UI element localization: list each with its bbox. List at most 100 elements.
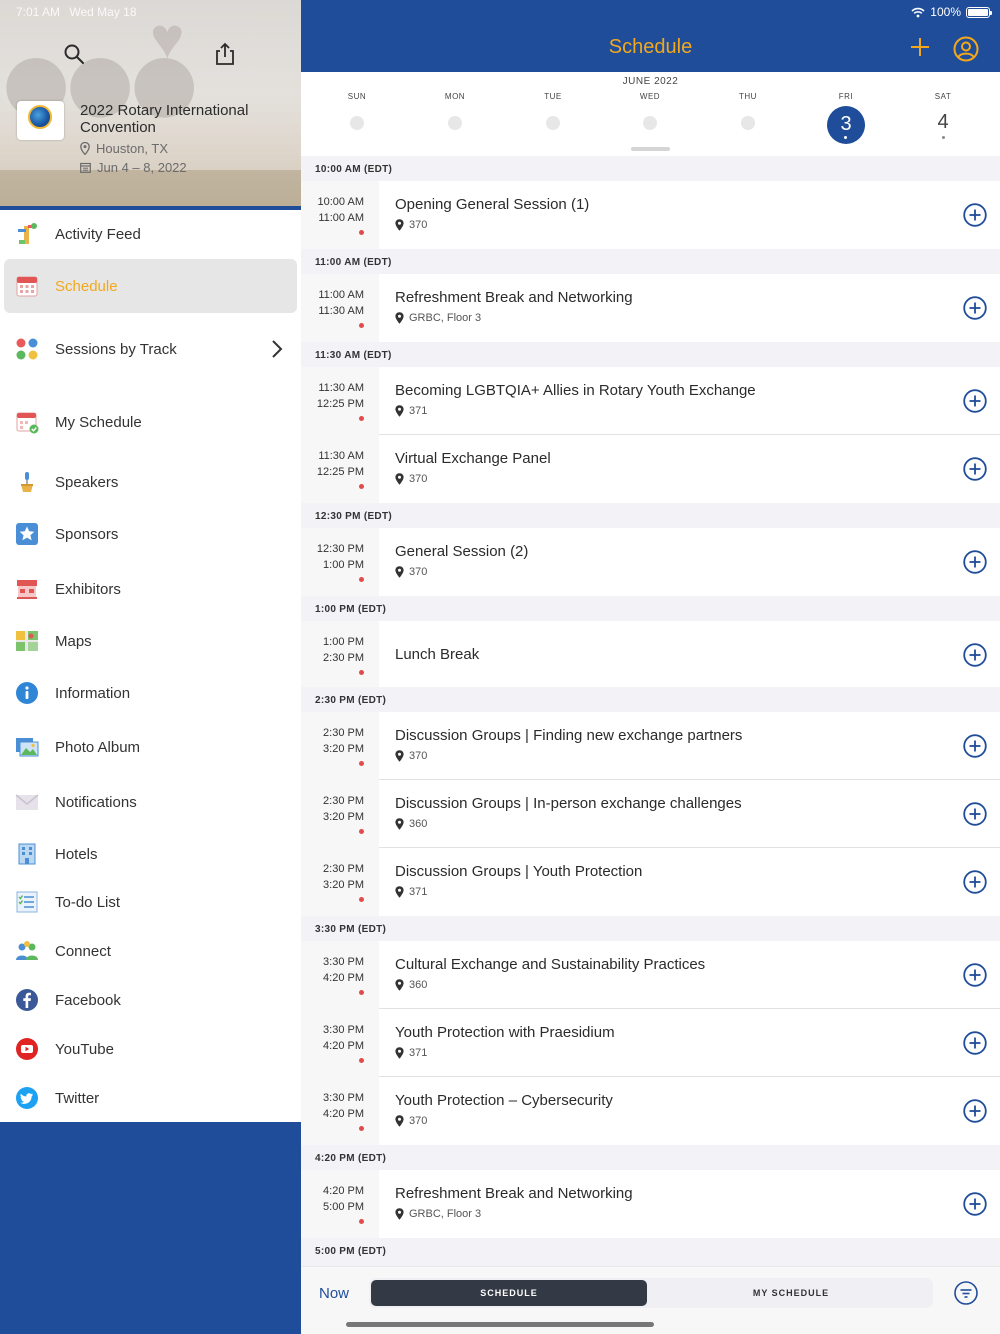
session-location-text: 370 [409, 750, 428, 762]
day-fri-selected[interactable]: FRI 3 [816, 92, 876, 144]
section-header-label: 1:00 PM (EDT) [315, 604, 387, 615]
sidebar-item-schedule[interactable]: Schedule [4, 259, 297, 313]
sidebar-item-label: Facebook [55, 991, 121, 1009]
sidebar-item-connect[interactable]: Connect [4, 927, 297, 975]
hero-ground [0, 170, 301, 206]
status-indicators: 100% [911, 4, 992, 20]
session-start-time: 2:30 PM [323, 863, 364, 875]
sidebar-item-label: Hotels [55, 845, 98, 863]
session-title: Discussion Groups | Finding new exchange… [395, 727, 743, 744]
sidebar-item-sponsors[interactable]: Sponsors [4, 510, 297, 558]
add-to-schedule-icon[interactable] [963, 870, 987, 894]
session-row[interactable]: 4:20 PM 5:00 PM Refreshment Break and Netw… [301, 1170, 1000, 1238]
session-title: Youth Protection with Praesidium [395, 1024, 615, 1041]
share-icon[interactable] [214, 42, 236, 66]
exhibitor-icon [17, 580, 37, 599]
profile-icon[interactable] [953, 36, 979, 62]
filter-icon[interactable] [954, 1281, 978, 1305]
add-to-schedule-icon[interactable] [963, 1099, 987, 1123]
section-header: 1:00 PM (EDT) [301, 596, 1000, 621]
location-pin-icon [395, 818, 404, 830]
day-tue[interactable]: TUE [523, 92, 583, 130]
sidebar-item-facebook[interactable]: Facebook [4, 976, 297, 1024]
session-location: 371 [395, 1047, 427, 1059]
search-icon[interactable] [63, 43, 85, 65]
tab-my-schedule[interactable]: MY SCHEDULE [651, 1280, 931, 1306]
section-header-label: 4:20 PM (EDT) [315, 1153, 387, 1164]
session-row[interactable]: 2:30 PM 3:20 PM Discussion Groups | Youth … [301, 848, 1000, 916]
add-to-schedule-icon[interactable] [963, 389, 987, 413]
add-to-schedule-icon[interactable] [963, 963, 987, 987]
session-start-time: 11:30 AM [318, 382, 364, 394]
add-to-schedule-icon[interactable] [963, 296, 987, 320]
session-row[interactable]: 3:30 PM 4:20 PM Youth Protection with Prae… [301, 1009, 1000, 1077]
session-row[interactable]: 10:00 AM 11:00 AM Opening General Session … [301, 181, 1000, 249]
sidebar-item-information[interactable]: Information [4, 669, 297, 717]
session-row[interactable]: 11:00 AM 11:30 AM Refreshment Break and Ne… [301, 274, 1000, 342]
session-time-column: 4:20 PM 5:00 PM [301, 1170, 379, 1238]
add-to-schedule-icon[interactable] [963, 550, 987, 574]
sidebar-item-exhibitors[interactable]: Exhibitors [4, 565, 297, 613]
add-to-schedule-icon[interactable] [963, 802, 987, 826]
my-schedule-icon [16, 412, 39, 434]
add-to-schedule-icon[interactable] [963, 1192, 987, 1216]
session-row[interactable]: 12:30 PM 1:00 PM General Session (2) 370 [301, 528, 1000, 596]
day-empty-dot [350, 116, 364, 130]
sidebar-item-youtube[interactable]: YouTube [4, 1025, 297, 1073]
location-pin-icon [395, 312, 404, 324]
session-row[interactable]: 2:30 PM 3:20 PM Discussion Groups | In-per… [301, 780, 1000, 848]
session-row[interactable]: 3:30 PM 4:20 PM Youth Protection – Cyberse… [301, 1077, 1000, 1145]
add-to-schedule-icon[interactable] [963, 643, 987, 667]
sidebar-item-todo-list[interactable]: To-do List [4, 878, 297, 926]
sidebar-item-speakers[interactable]: Speakers [4, 458, 297, 506]
session-location-text: 371 [409, 405, 428, 417]
session-title: Virtual Exchange Panel [395, 450, 551, 467]
session-row[interactable]: 3:30 PM 4:20 PM Cultural Exchange and Sust… [301, 941, 1000, 1009]
session-start-time: 3:30 PM [323, 1024, 364, 1036]
sidebar-item-photo-album[interactable]: Photo Album [4, 723, 297, 771]
speaker-icon [21, 472, 33, 492]
day-thu[interactable]: THU [718, 92, 778, 130]
now-button[interactable]: Now [319, 1285, 349, 1302]
event-indicator-dot [844, 136, 847, 139]
session-location-text: 370 [409, 1115, 428, 1127]
youtube-icon [16, 1038, 38, 1060]
day-mon[interactable]: MON [425, 92, 485, 130]
drag-handle[interactable] [631, 147, 670, 151]
session-row[interactable]: 1:00 PM 2:30 PM Lunch Break [301, 621, 1000, 687]
heart-sculpture-icon: ♥ [150, 6, 185, 71]
sidebar-item-hotels[interactable]: Hotels [4, 830, 297, 878]
session-row[interactable]: 11:30 AM 12:25 PM Becoming LGBTQIA+ Allies… [301, 367, 1000, 435]
sidebar-item-maps[interactable]: Maps [4, 617, 297, 665]
day-sat[interactable]: SAT 4 [913, 92, 973, 139]
session-time-column: 12:30 PM 1:00 PM [301, 528, 379, 596]
session-status-dot [359, 1126, 364, 1131]
session-row[interactable]: 2:30 PM 3:20 PM Discussion Groups | Findin… [301, 712, 1000, 780]
add-icon[interactable] [909, 36, 931, 58]
session-time-column: 1:00 PM 2:30 PM [301, 621, 379, 687]
photo-icon [16, 738, 39, 757]
section-header: 2:30 PM (EDT) [301, 687, 1000, 712]
session-status-dot [359, 577, 364, 582]
add-to-schedule-icon[interactable] [963, 457, 987, 481]
sidebar-item-twitter[interactable]: Twitter [4, 1074, 297, 1122]
session-row[interactable]: 11:30 AM 12:25 PM Virtual Exchange Panel 37… [301, 435, 1000, 503]
map-icon [16, 631, 38, 651]
section-header-label: 3:30 PM (EDT) [315, 924, 387, 935]
session-title: Youth Protection – Cybersecurity [395, 1092, 613, 1109]
day-name: WED [639, 92, 661, 101]
session-start-time: 2:30 PM [323, 727, 364, 739]
sidebar-item-sessions-by-track[interactable]: Sessions by Track [4, 325, 297, 373]
add-to-schedule-icon[interactable] [963, 734, 987, 758]
add-to-schedule-icon[interactable] [963, 1031, 987, 1055]
sidebar-item-label: My Schedule [55, 413, 142, 431]
tab-schedule[interactable]: SCHEDULE [371, 1280, 647, 1306]
day-sun[interactable]: SUN [327, 92, 387, 130]
sidebar-item-activity-feed[interactable]: Activity Feed [4, 210, 297, 258]
day-wed[interactable]: WED [620, 92, 680, 130]
sidebar-item-my-schedule[interactable]: My Schedule [4, 398, 297, 446]
session-location: 360 [395, 818, 427, 830]
add-to-schedule-icon[interactable] [963, 203, 987, 227]
sidebar-item-label: Sponsors [55, 525, 119, 543]
sidebar-item-notifications[interactable]: Notifications [4, 778, 297, 826]
